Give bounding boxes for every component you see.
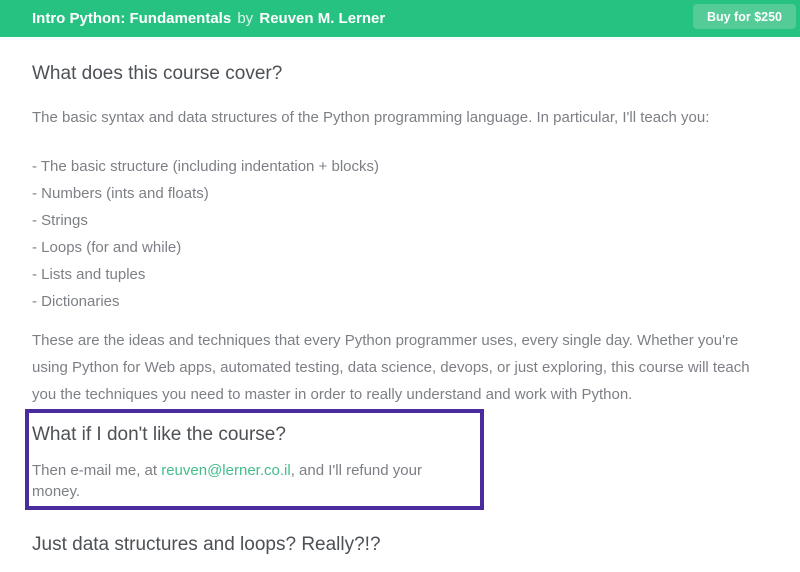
- section-heading-refund: What if I don't like the course?: [32, 424, 286, 445]
- course-author: Reuven M. Lerner: [259, 10, 386, 27]
- refund-text-before: Then e-mail me, at: [32, 462, 162, 479]
- refund-highlight-box: What if I don't like the course? Then e-…: [25, 409, 484, 510]
- list-item: - Loops (for and while): [32, 239, 182, 256]
- list-item: - Numbers (ints and floats): [32, 185, 209, 202]
- list-item: - Strings: [32, 212, 88, 229]
- byline-separator: by: [237, 10, 254, 27]
- course-description-content: What does this course cover? The basic s…: [0, 62, 800, 572]
- list-item: - Dictionaries: [32, 293, 120, 310]
- list-item: - The basic structure (including indenta…: [32, 158, 379, 175]
- topics-list: - The basic structure (including indenta…: [32, 153, 770, 315]
- course-title-text: Intro Python: Fundamentals: [32, 10, 232, 27]
- section-heading-course-cover: What does this course cover?: [32, 63, 283, 84]
- buy-button[interactable]: Buy for $250: [692, 4, 796, 29]
- course-header-bar: Intro Python: Fundamentals by Reuven M. …: [0, 0, 800, 37]
- list-item: - Lists and tuples: [32, 266, 146, 283]
- course-summary-paragraph: These are the ideas and techniques that …: [32, 332, 750, 403]
- refund-paragraph: Then e-mail me, at reuven@lerner.co.il, …: [32, 460, 470, 502]
- email-link[interactable]: reuven@lerner.co.il: [161, 462, 290, 479]
- section-heading-really: Just data structures and loops? Really?!…: [32, 534, 381, 555]
- course-title: Intro Python: Fundamentals by Reuven M. …: [32, 10, 385, 27]
- course-intro-paragraph: The basic syntax and data structures of …: [32, 109, 710, 126]
